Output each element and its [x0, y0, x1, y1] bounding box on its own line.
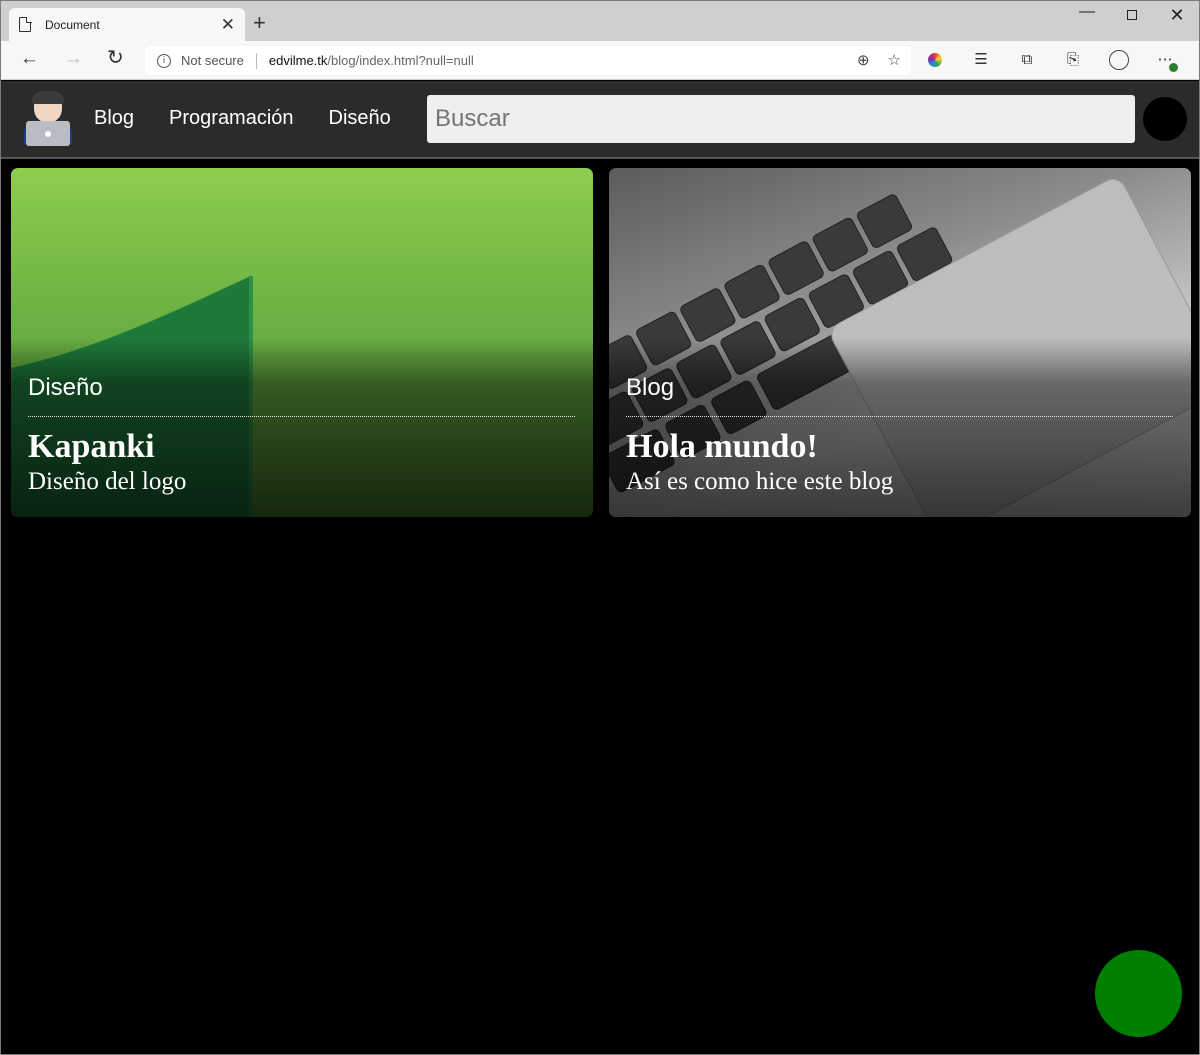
card-subtitle: Así es como hice este blog [626, 468, 894, 495]
floating-action-button[interactable] [1095, 950, 1182, 1037]
reload-icon[interactable]: ↻ [107, 48, 124, 68]
info-icon[interactable]: i [157, 53, 171, 68]
minimize-button[interactable]: — [1077, 3, 1097, 21]
nav-link-programacion[interactable]: Programación [169, 107, 294, 130]
star-icon[interactable]: ☆ [888, 51, 901, 69]
post-card-hola-mundo[interactable]: Blog Hola mundo! Así es como hice este b… [609, 168, 1191, 517]
browser-tab[interactable]: Document ✕ [9, 8, 245, 41]
card-category: Diseño [28, 374, 103, 401]
nav-link-blog[interactable]: Blog [94, 107, 134, 130]
card-title: Kapanki [28, 428, 155, 465]
card-title: Hola mundo! [626, 428, 818, 465]
security-label[interactable]: Not secure [181, 53, 244, 68]
card-divider [626, 416, 1173, 417]
avatar[interactable] [22, 91, 74, 149]
main-nav: Blog Programación Diseño [94, 107, 391, 130]
color-wheel-icon[interactable] [925, 50, 945, 70]
profile-icon[interactable] [1109, 50, 1129, 70]
site-header: Blog Programación Diseño [1, 81, 1199, 159]
user-button[interactable] [1143, 97, 1187, 141]
url-host: edvilme.tk [268, 53, 328, 68]
card-divider [28, 416, 575, 417]
favorites-icon[interactable]: ☰ [971, 50, 991, 70]
back-arrow-icon[interactable]: ← [20, 49, 39, 68]
url-separator [255, 52, 257, 69]
address-bar-actions: ⊕ ☆ [857, 51, 901, 69]
url-path: /blog/index.html?null=null [327, 53, 474, 68]
more-icon[interactable]: ⋯ [1155, 50, 1178, 72]
forward-arrow-icon[interactable]: → [64, 49, 83, 68]
title-bar: Document ✕ + — ✕ [1, 1, 1199, 41]
browser-toolbar: ← → ↻ i Not secure edvilme.tk/blog/index… [1, 41, 1199, 80]
search-input[interactable] [427, 95, 1135, 143]
tab-title: Document [45, 17, 100, 32]
zoom-icon[interactable]: ⊕ [857, 51, 870, 69]
share-icon[interactable]: ⎘ [1063, 50, 1083, 70]
maximize-icon [1127, 10, 1137, 20]
maximize-button[interactable] [1122, 7, 1142, 24]
card-category: Blog [626, 374, 675, 401]
post-card-kapanki[interactable]: Diseño Kapanki Diseño del logo [11, 168, 593, 517]
document-icon [19, 16, 32, 32]
nav-link-diseno[interactable]: Diseño [329, 107, 391, 130]
address-bar[interactable]: i Not secure edvilme.tk/blog/index.html?… [145, 46, 911, 75]
browser-window: Document ✕ + — ✕ ← → ↻ i Not secure edvi… [0, 0, 1200, 1055]
new-tab-button[interactable]: + [253, 12, 266, 34]
tab-close-icon[interactable]: ✕ [221, 16, 235, 33]
toolbar-icons: ☰ ⧉ ⎘ ⋯ [925, 50, 1178, 72]
update-badge [1169, 63, 1178, 72]
collections-icon[interactable]: ⧉ [1017, 50, 1037, 70]
close-window-button[interactable]: ✕ [1167, 5, 1187, 26]
card-subtitle: Diseño del logo [28, 468, 187, 495]
